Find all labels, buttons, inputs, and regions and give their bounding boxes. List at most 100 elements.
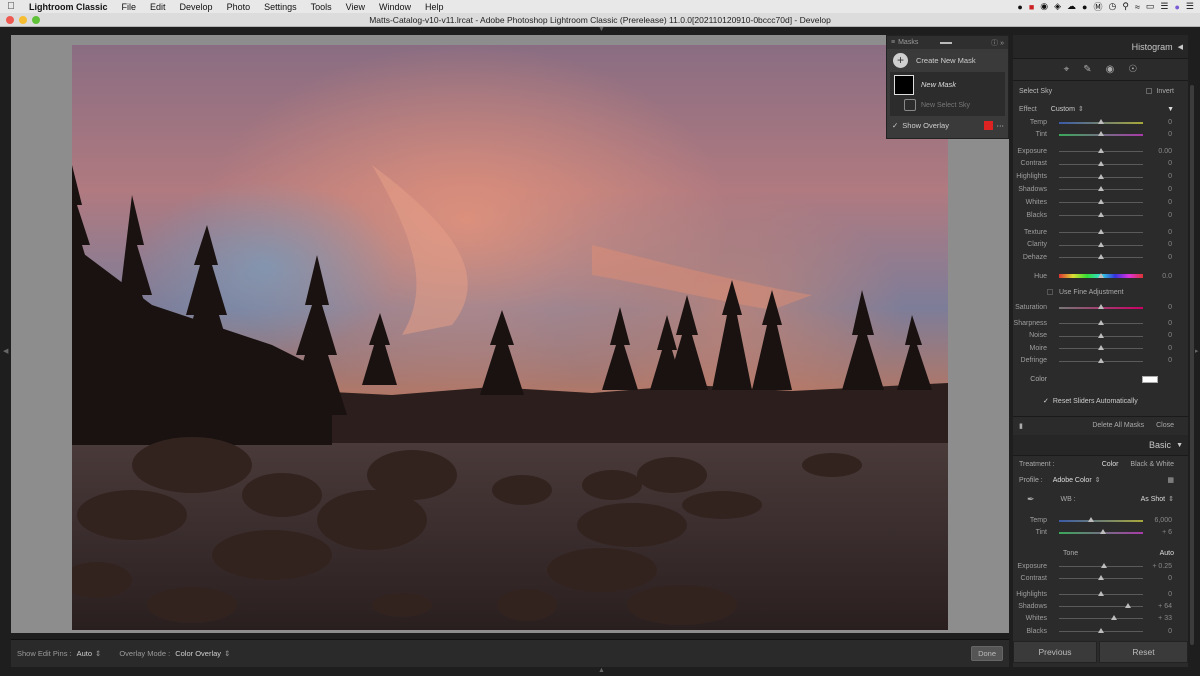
slider-row[interactable]: Tint 0	[1013, 129, 1188, 139]
slider-value[interactable]: 0	[1168, 320, 1172, 327]
slider-knob[interactable]	[1098, 332, 1104, 338]
slider-value[interactable]: 0	[1168, 591, 1172, 598]
delete-all-masks-button[interactable]: Delete All Masks	[1092, 422, 1144, 429]
fine-adjust-checkbox[interactable]	[1047, 289, 1053, 295]
reset-button[interactable]: Reset	[1099, 641, 1188, 663]
slider-value[interactable]: 0	[1168, 199, 1172, 206]
menu-app-name[interactable]: Lightroom Classic	[22, 2, 115, 12]
slider-knob[interactable]	[1098, 131, 1104, 136]
menu-develop[interactable]: Develop	[173, 2, 220, 12]
top-panel-toggle-icon[interactable]: ▼	[598, 26, 605, 33]
treatment-color-button[interactable]: Color	[1102, 461, 1119, 468]
slider-row[interactable]: Exposure 0.00	[1013, 146, 1188, 156]
slider-row[interactable]: Whites 0	[1013, 197, 1188, 207]
menu-photo[interactable]: Photo	[220, 2, 258, 12]
notification-icon[interactable]: ☰	[1186, 1, 1194, 12]
slider-value[interactable]: 0	[1168, 254, 1172, 261]
slider-knob[interactable]	[1098, 119, 1104, 124]
show-overlay-label[interactable]: Show Overlay	[902, 121, 949, 130]
slider-row[interactable]: Texture 0	[1013, 227, 1188, 237]
slider-value[interactable]: 0	[1168, 304, 1172, 311]
display-icon[interactable]: ▭	[1146, 1, 1155, 12]
slider-knob[interactable]	[1098, 304, 1104, 309]
slider-value[interactable]: 0	[1168, 131, 1172, 138]
tone-auto-button[interactable]: Auto	[1160, 550, 1174, 557]
slider-value[interactable]: 0	[1168, 173, 1172, 180]
slider-value[interactable]: 0	[1168, 332, 1172, 339]
status-app-icon[interactable]: ●	[1017, 2, 1022, 12]
checkmark-icon[interactable]: ✓	[1043, 397, 1049, 405]
slider-row[interactable]: Whites + 33	[1013, 613, 1188, 623]
edit-pins-control[interactable]: Show Edit Pins : Auto ⇕	[17, 649, 101, 658]
previous-button[interactable]: Previous	[1013, 641, 1097, 663]
profile-browser-icon[interactable]: ▦	[1167, 476, 1174, 484]
mask-thumbnail[interactable]	[894, 75, 914, 95]
slider-knob[interactable]	[1098, 345, 1104, 350]
slider-value[interactable]: + 6	[1162, 529, 1172, 536]
slider-row[interactable]: Shadows 0	[1013, 184, 1188, 194]
control-center-icon[interactable]: ☰	[1160, 1, 1168, 12]
slider-track[interactable]	[1059, 618, 1143, 619]
slider-value[interactable]: + 0.25	[1152, 563, 1172, 570]
slider-knob[interactable]	[1098, 241, 1104, 247]
wb-select[interactable]: As Shot	[1141, 496, 1166, 503]
record-icon[interactable]: ■	[1029, 2, 1034, 12]
status-dropbox-icon[interactable]: ◈	[1054, 1, 1061, 12]
slider-knob[interactable]	[1098, 186, 1104, 192]
mask-list-item[interactable]: New Mask New Select Sky	[890, 72, 1005, 116]
overlay-mode-control[interactable]: Overlay Mode : Color Overlay ⇕	[119, 649, 230, 658]
create-new-mask-button[interactable]: + Create New Mask	[887, 49, 1008, 71]
status-c-icon[interactable]: Ⓜ	[1093, 0, 1102, 13]
slider-knob[interactable]	[1098, 591, 1104, 596]
slider-row[interactable]: Saturation 0	[1013, 302, 1188, 312]
slider-row[interactable]: Sharpness 0	[1013, 318, 1188, 328]
profile-select[interactable]: Adobe Color	[1053, 477, 1092, 484]
slider-row[interactable]: Noise 0	[1013, 331, 1188, 341]
slider-knob[interactable]	[1098, 229, 1104, 234]
slider-value[interactable]: 0	[1168, 119, 1172, 126]
healing-icon[interactable]: ✎	[1083, 64, 1091, 75]
basic-header[interactable]: Basic ▼	[1013, 435, 1188, 456]
overlay-color-swatch[interactable]	[983, 121, 993, 130]
wifi-icon[interactable]: ≈	[1135, 2, 1140, 12]
slider-row[interactable]: Defringe 0	[1013, 356, 1188, 366]
slider-value[interactable]: 0	[1168, 229, 1172, 236]
edit-pins-select[interactable]: Auto	[77, 649, 92, 658]
slider-row[interactable]: Exposure + 0.25	[1013, 561, 1188, 571]
masking-icon[interactable]: ☉	[1128, 64, 1137, 75]
slider-value[interactable]: + 64	[1158, 603, 1172, 610]
checkmark-icon[interactable]: ✓	[892, 121, 898, 130]
slider-knob[interactable]	[1111, 615, 1118, 620]
slider-value[interactable]: 0	[1168, 575, 1172, 582]
slider-row[interactable]: Highlights 0	[1013, 172, 1188, 182]
slider-value[interactable]: 0	[1168, 186, 1172, 193]
bottom-panel-toggle-icon[interactable]: ▲	[598, 667, 605, 674]
treatment-bw-button[interactable]: Black & White	[1130, 461, 1174, 468]
masks-panel-header[interactable]: ≡ Masks ⓘ »	[887, 36, 1008, 49]
slider-row[interactable]: Highlights 0	[1013, 589, 1188, 599]
slider-knob[interactable]	[1098, 173, 1104, 179]
search-icon[interactable]: ⚲	[1122, 1, 1129, 12]
slider-knob[interactable]	[1098, 148, 1104, 153]
slider-row[interactable]: Tint + 6	[1013, 527, 1188, 537]
slider-knob[interactable]	[1098, 628, 1104, 633]
menu-help[interactable]: Help	[418, 2, 451, 12]
slider-knob[interactable]	[1087, 517, 1094, 522]
left-panel-toggle-icon[interactable]: ◀	[3, 347, 8, 355]
slider-value[interactable]: 0	[1168, 212, 1172, 219]
photo-preview[interactable]	[72, 45, 948, 630]
effect-select[interactable]: Custom	[1051, 106, 1075, 113]
slider-knob[interactable]	[1098, 575, 1104, 580]
menu-view[interactable]: View	[339, 2, 372, 12]
invert-checkbox[interactable]	[1146, 88, 1153, 94]
slider-row[interactable]: Clarity 0	[1013, 240, 1188, 250]
slider-row[interactable]: Contrast 0	[1013, 159, 1188, 169]
scrollbar-thumb[interactable]	[1190, 85, 1194, 645]
slider-value[interactable]: + 33	[1158, 615, 1172, 622]
help-icon[interactable]: ⓘ	[991, 40, 998, 47]
slider-knob[interactable]	[1098, 273, 1104, 278]
slider-row[interactable]: Moire 0	[1013, 343, 1188, 353]
slider-row[interactable]: Hue 0.0	[1013, 271, 1188, 281]
zoom-window-button[interactable]	[32, 16, 40, 24]
expand-icon[interactable]: »	[1000, 40, 1004, 47]
